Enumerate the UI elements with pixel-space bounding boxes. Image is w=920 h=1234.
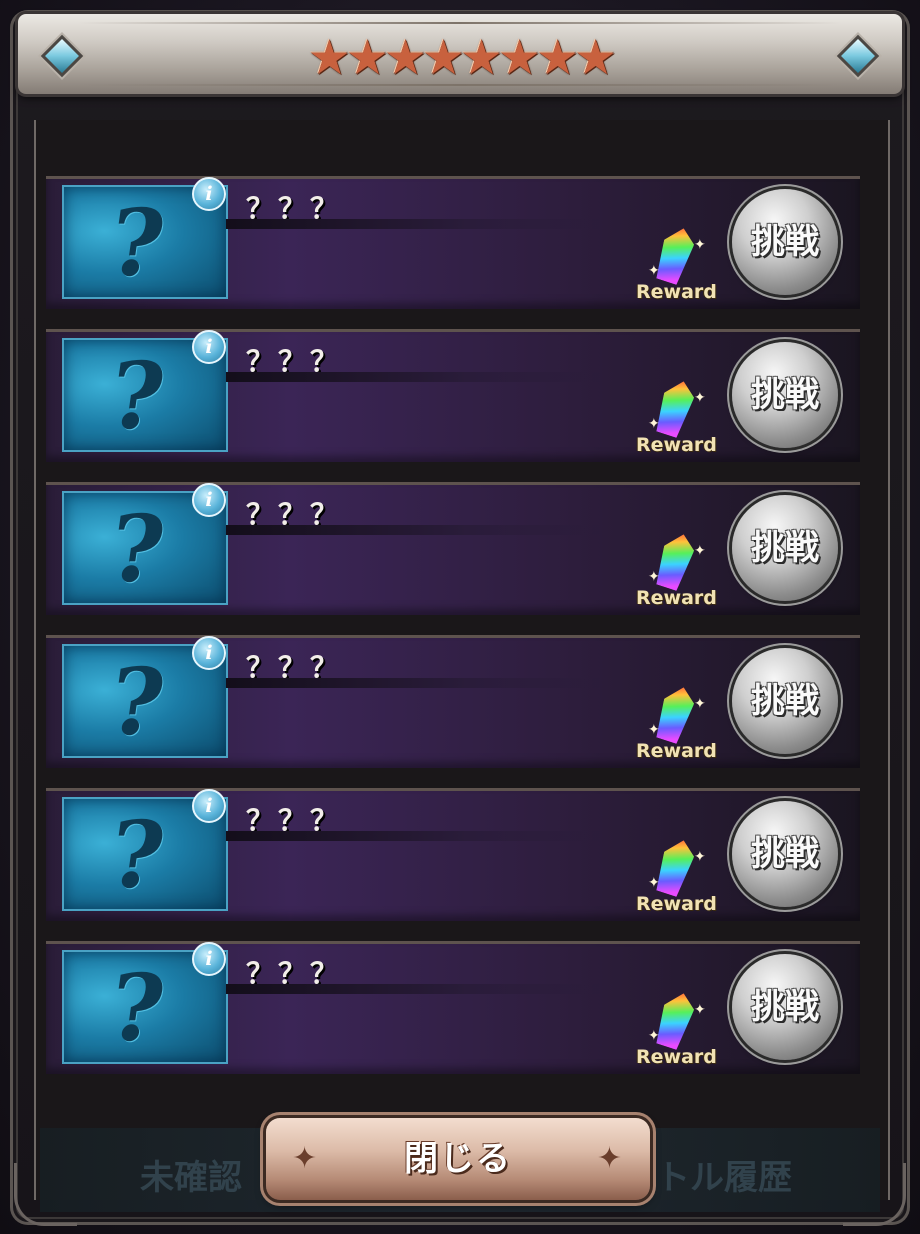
info-icon[interactable]: i bbox=[192, 789, 226, 823]
quest-name: ？？？ bbox=[246, 345, 343, 378]
challenge-button[interactable]: 挑戦 bbox=[732, 648, 838, 754]
sparkle-icon: ✦ bbox=[694, 237, 706, 253]
reward-label: Reward bbox=[636, 434, 717, 456]
reward-label: Reward bbox=[636, 1046, 717, 1068]
reward-label: Reward bbox=[636, 893, 717, 915]
sparkle-icon: ✦ bbox=[694, 543, 706, 559]
challenge-button[interactable]: 挑戦 bbox=[732, 801, 838, 907]
challenge-button[interactable]: 挑戦 bbox=[732, 954, 838, 1060]
background-ghost-text: 未確認 bbox=[140, 1158, 242, 1198]
quest-name: ？？？ bbox=[246, 498, 343, 531]
quest-name: ？？？ bbox=[246, 651, 343, 684]
info-icon[interactable]: i bbox=[192, 177, 226, 211]
reward-badge: ✦ ✦ Reward bbox=[632, 533, 722, 611]
reward-label: Reward bbox=[636, 740, 717, 762]
sparkle-icon: ✦ bbox=[648, 263, 660, 279]
sparkle-icon: ✦ bbox=[648, 875, 660, 891]
sparkle-icon: ✦ bbox=[648, 569, 660, 585]
reward-badge: ✦ ✦ Reward bbox=[632, 380, 722, 458]
sparkle-icon: ✦ bbox=[694, 390, 706, 406]
quest-row: ? i ？？？ ✦ ✦ Reward 挑戦 bbox=[46, 482, 860, 615]
sparkle-icon: ✦ bbox=[694, 849, 706, 865]
info-icon[interactable]: i bbox=[192, 942, 226, 976]
quest-row: ? i ？？？ ✦ ✦ Reward 挑戦 bbox=[46, 635, 860, 768]
question-mark-glyph: ? bbox=[102, 342, 172, 450]
reward-label: Reward bbox=[636, 587, 717, 609]
quest-row: ? i ？？？ ✦ ✦ Reward 挑戦 bbox=[46, 941, 860, 1074]
quest-name: ？？？ bbox=[246, 957, 343, 990]
info-icon[interactable]: i bbox=[192, 483, 226, 517]
reward-badge: ✦ ✦ Reward bbox=[632, 227, 722, 305]
background-ghost-text: トル履歴 bbox=[656, 1158, 792, 1198]
difficulty-stars: ★★★★★★★★ bbox=[307, 30, 617, 86]
quest-row: ? i ？？？ ✦ ✦ Reward 挑戦 bbox=[46, 329, 860, 462]
quest-name: ？？？ bbox=[246, 804, 343, 837]
sparkle-icon: ✦ bbox=[694, 696, 706, 712]
quest-row: ? i ？？？ ✦ ✦ Reward 挑戦 bbox=[46, 176, 860, 309]
question-mark-glyph: ? bbox=[102, 189, 172, 297]
info-icon[interactable]: i bbox=[192, 636, 226, 670]
sparkle-icon: ✦ bbox=[648, 722, 660, 738]
question-mark-glyph: ? bbox=[102, 648, 172, 756]
reward-badge: ✦ ✦ Reward bbox=[632, 992, 722, 1070]
info-icon[interactable]: i bbox=[192, 330, 226, 364]
sparkle-icon: ✦ bbox=[648, 416, 660, 432]
quest-name: ？？？ bbox=[246, 192, 343, 225]
question-mark-glyph: ? bbox=[102, 954, 172, 1062]
challenge-button[interactable]: 挑戦 bbox=[732, 189, 838, 295]
quest-row: ? i ？？？ ✦ ✦ Reward 挑戦 bbox=[46, 788, 860, 921]
sparkle-icon: ✦ bbox=[694, 1002, 706, 1018]
reward-badge: ✦ ✦ Reward bbox=[632, 686, 722, 764]
sparkle-icon: ✦ bbox=[648, 1028, 660, 1044]
question-mark-glyph: ? bbox=[102, 495, 172, 603]
close-button[interactable]: 閉じる bbox=[266, 1118, 650, 1200]
question-mark-glyph: ? bbox=[102, 801, 172, 909]
difficulty-header: ★★★★★★★★ bbox=[18, 14, 902, 94]
reward-label: Reward bbox=[636, 281, 717, 303]
quest-list: ? i ？？？ ✦ ✦ Reward 挑戦 ? i ？？？ ✦ ✦ Reward… bbox=[46, 176, 860, 1094]
challenge-button[interactable]: 挑戦 bbox=[732, 495, 838, 601]
reward-badge: ✦ ✦ Reward bbox=[632, 839, 722, 917]
challenge-button[interactable]: 挑戦 bbox=[732, 342, 838, 448]
